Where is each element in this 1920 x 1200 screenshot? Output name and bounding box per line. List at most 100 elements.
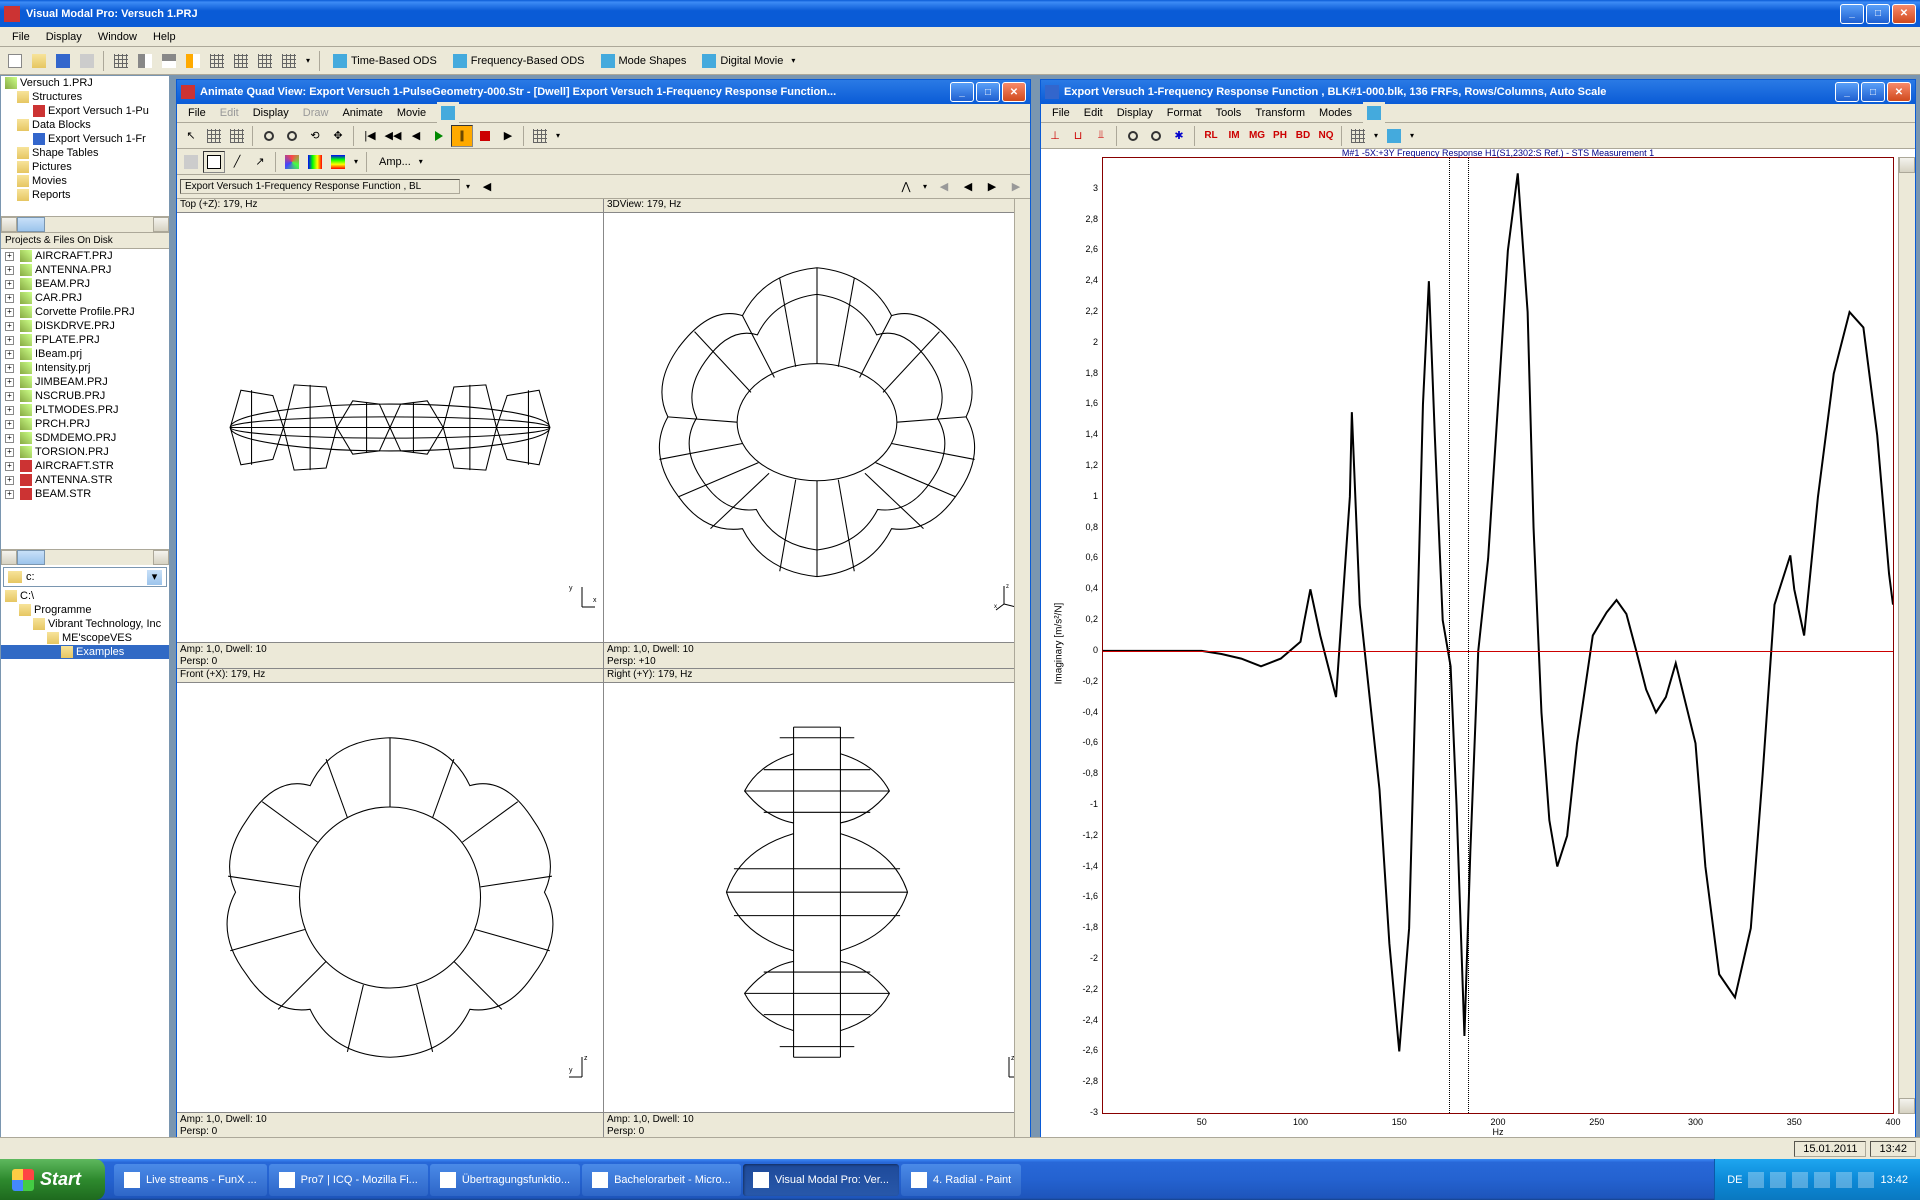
file-item[interactable]: +FPLATE.PRJ — [1, 333, 169, 347]
layout-button-1[interactable] — [110, 50, 132, 72]
tray-icon-5[interactable] — [1836, 1172, 1852, 1188]
animate-menu-movie[interactable]: Movie — [390, 106, 433, 120]
nav2-step-next-button[interactable]: ▶ — [981, 176, 1003, 198]
chart-menu-file[interactable]: File — [1045, 106, 1077, 120]
chart-auto-button[interactable]: ✱ — [1168, 125, 1190, 147]
start-button[interactable]: Start — [0, 1159, 105, 1200]
file-item[interactable]: +BEAM.STR — [1, 487, 169, 501]
tree-item[interactable]: Structures — [1, 90, 169, 104]
layout-more-button[interactable]: ▾ — [302, 56, 314, 65]
step-back-button[interactable]: ◀ — [405, 125, 427, 147]
pause-button[interactable]: ∥ — [451, 125, 473, 147]
rewind-button[interactable]: ◀◀ — [382, 125, 404, 147]
animate-menu-animate[interactable]: Animate — [335, 106, 389, 120]
tree-item[interactable]: Export Versuch 1-Pu — [1, 104, 169, 118]
animate-menu-edit[interactable]: Edit — [213, 106, 246, 120]
animate-menu-extra-button[interactable] — [437, 102, 459, 124]
chart-menu-edit[interactable]: Edit — [1077, 106, 1110, 120]
chart-zoom-in-button[interactable] — [1122, 125, 1144, 147]
animate-close-button[interactable]: ✕ — [1002, 82, 1026, 102]
surface-mode-3[interactable]: ╱ — [226, 151, 248, 173]
file-item[interactable]: +CAR.PRJ — [1, 291, 169, 305]
amp-dropdown[interactable]: Amp...▾ — [372, 151, 434, 173]
file-item[interactable]: +SDMDEMO.PRJ — [1, 431, 169, 445]
taskbar-item[interactable]: Übertragungsfunktio... — [430, 1164, 580, 1196]
cursor-line-button[interactable]: ⊥ — [1044, 125, 1066, 147]
taskbar-item[interactable]: 4. Radial - Paint — [901, 1164, 1021, 1196]
mag-button[interactable]: MG — [1246, 125, 1268, 147]
file-item[interactable]: +Corvette Profile.PRJ — [1, 305, 169, 319]
file-item[interactable]: +PLTMODES.PRJ — [1, 403, 169, 417]
pane-front[interactable]: Front (+X): 179, Hz — [177, 669, 603, 1138]
surface-mode-1[interactable] — [180, 151, 202, 173]
rewind-end-button[interactable]: |◀ — [359, 125, 381, 147]
chart-vscroll[interactable] — [1898, 157, 1915, 1114]
zoom-in-button[interactable] — [258, 125, 280, 147]
time-based-ods-button[interactable]: Time-Based ODS — [326, 50, 444, 72]
chart-menu-tools[interactable]: Tools — [1209, 106, 1249, 120]
chart-menu-extra-button[interactable] — [1363, 102, 1385, 124]
nav2-next-button[interactable]: ▶ — [1005, 176, 1027, 198]
taskbar-item[interactable]: Bachelorarbeit - Micro... — [582, 1164, 741, 1196]
nav2-step-prev-button[interactable]: ◀ — [957, 176, 979, 198]
close-button[interactable]: ✕ — [1892, 4, 1916, 24]
tray-icon-1[interactable] — [1748, 1172, 1764, 1188]
select-tool-button[interactable]: ↖ — [180, 125, 202, 147]
layout-button-6[interactable] — [230, 50, 252, 72]
quad-vscroll[interactable] — [1014, 199, 1030, 1138]
tree-item[interactable]: Reports — [1, 188, 169, 202]
system-tray[interactable]: DE 13:42 — [1714, 1159, 1920, 1200]
file-item[interactable]: +PRCH.PRJ — [1, 417, 169, 431]
project-tree-hscroll[interactable] — [1, 216, 169, 232]
real-button[interactable]: RL — [1200, 125, 1222, 147]
chart-minimize-button[interactable]: _ — [1835, 82, 1859, 102]
animate-menu-display[interactable]: Display — [246, 106, 296, 120]
animate-menu-file[interactable]: File — [181, 106, 213, 120]
files-hscroll[interactable] — [1, 549, 169, 565]
tree-item[interactable]: Export Versuch 1-Fr — [1, 132, 169, 146]
color-palette-button[interactable] — [281, 151, 303, 173]
tree-item[interactable]: Pictures — [1, 160, 169, 174]
cursor-line[interactable] — [1468, 158, 1469, 1113]
tray-icon-6[interactable] — [1858, 1172, 1874, 1188]
file-item[interactable]: +ANTENNA.PRJ — [1, 263, 169, 277]
pane-top[interactable]: Top (+Z): 179, Hz — [177, 199, 603, 668]
menu-display[interactable]: Display — [38, 29, 90, 45]
nav2-prev-button[interactable]: ◀ — [933, 176, 955, 198]
pan-button[interactable]: ✥ — [327, 125, 349, 147]
minimize-button[interactable]: _ — [1840, 4, 1864, 24]
pane-front-canvas[interactable]: zy — [177, 683, 603, 1112]
tray-icon-4[interactable] — [1814, 1172, 1830, 1188]
layout-button-2[interactable] — [134, 50, 156, 72]
chart-layout-dd-button[interactable]: ▾ — [1406, 131, 1418, 140]
mode-shapes-button[interactable]: Mode Shapes — [594, 50, 694, 72]
pane-right-canvas[interactable]: zx — [604, 683, 1030, 1112]
print-button[interactable] — [76, 50, 98, 72]
file-item[interactable]: +TORSION.PRJ — [1, 445, 169, 459]
chart-menu-transform[interactable]: Transform — [1248, 106, 1312, 120]
layout-button-3[interactable] — [158, 50, 180, 72]
digital-movie-button[interactable]: Digital Movie▾ — [695, 50, 806, 72]
menu-window[interactable]: Window — [90, 29, 145, 45]
chart-menu-display[interactable]: Display — [1110, 106, 1160, 120]
file-item[interactable]: +NSCRUB.PRJ — [1, 389, 169, 403]
maximize-button[interactable]: □ — [1866, 4, 1890, 24]
menu-help[interactable]: Help — [145, 29, 184, 45]
folder-item[interactable]: Vibrant Technology, Inc — [1, 617, 169, 631]
taskbar-item[interactable]: Visual Modal Pro: Ver... — [743, 1164, 899, 1196]
chart-menu-modes[interactable]: Modes — [1312, 106, 1359, 120]
chart-layout-button[interactable] — [1383, 125, 1405, 147]
tree-item[interactable]: Shape Tables — [1, 146, 169, 160]
chart-menu-format[interactable]: Format — [1160, 106, 1209, 120]
tray-lang[interactable]: DE — [1727, 1174, 1742, 1186]
source-dd-arrow[interactable]: ▾ — [462, 182, 474, 191]
play-button[interactable] — [428, 125, 450, 147]
file-item[interactable]: +JIMBEAM.PRJ — [1, 375, 169, 389]
grid-dd-button[interactable]: ▾ — [1370, 131, 1382, 140]
phase-button[interactable]: PH — [1269, 125, 1291, 147]
view-dd-button[interactable]: ▾ — [552, 131, 564, 140]
taskbar-item[interactable]: Pro7 | ICQ - Mozilla Fi... — [269, 1164, 428, 1196]
file-item[interactable]: +AIRCRAFT.PRJ — [1, 249, 169, 263]
chart-close-button[interactable]: ✕ — [1887, 82, 1911, 102]
save-button[interactable] — [52, 50, 74, 72]
